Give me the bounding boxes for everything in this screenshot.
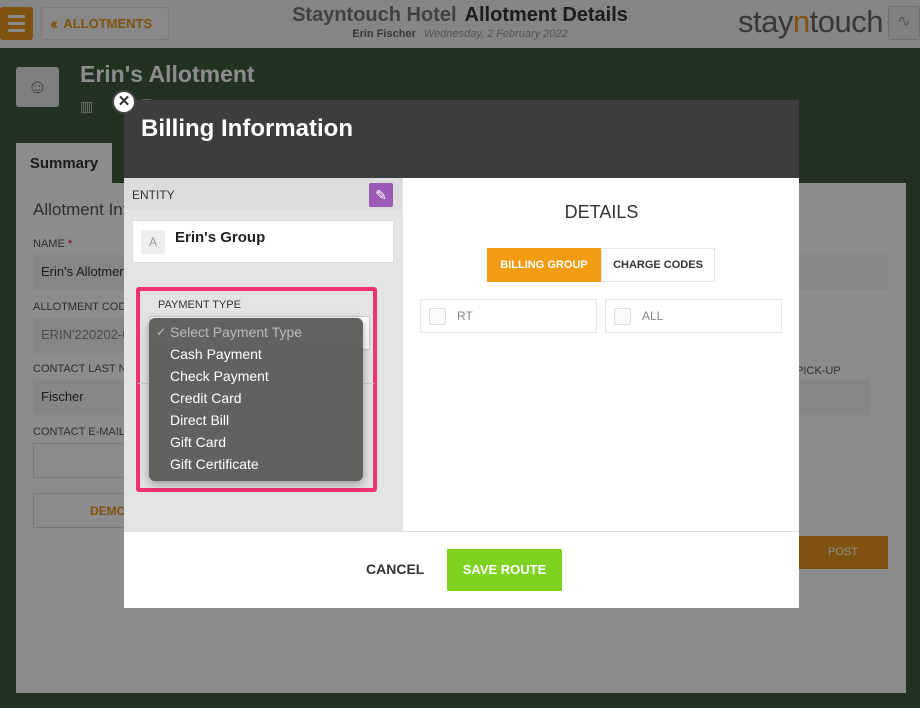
payment-option-direct-bill[interactable]: Direct Bill [149, 409, 363, 431]
billing-item-all[interactable]: ALL [605, 299, 782, 333]
rt-label: RT [457, 309, 473, 323]
save-route-button[interactable]: SAVE ROUTE [447, 549, 562, 591]
payment-option-select-payment-type[interactable]: ✓ Select Payment Type [149, 321, 363, 343]
edit-entity-button[interactable]: ✎ [369, 183, 393, 207]
entity-card[interactable]: A Erin's Group [132, 220, 394, 263]
entity-label: ENTITY [132, 188, 175, 202]
billing-item-rt[interactable]: RT [420, 299, 597, 333]
payment-option-gift-certificate[interactable]: Gift Certificate [149, 453, 363, 475]
close-modal-button[interactable]: ✕ [112, 90, 136, 114]
details-title: DETAILS [564, 202, 639, 222]
entity-initial: A [141, 230, 165, 254]
payment-option-gift-card[interactable]: Gift Card [149, 431, 363, 453]
payment-type-dropdown: ✓ Select Payment Type Cash Payment Check … [149, 318, 363, 481]
payment-option-cash-payment[interactable]: Cash Payment [149, 343, 363, 365]
entity-column: ENTITY ✎ A Erin's Group PAYMENT TYPE ✓ Se… [124, 178, 402, 531]
billing-information-modal: Billing Information ENTITY ✎ A Erin's Gr… [124, 100, 799, 608]
all-label: ALL [642, 309, 664, 323]
entity-name: Erin's Group [175, 229, 266, 246]
entity-header: ENTITY ✎ [124, 178, 402, 210]
modal-title: Billing Information [141, 115, 353, 142]
payment-option-credit-card[interactable]: Credit Card [149, 387, 363, 409]
all-checkbox[interactable] [614, 308, 631, 325]
details-column: DETAILS BILLING GROUP CHARGE CODES RT AL… [402, 178, 799, 531]
checkmark-icon: ✓ [156, 325, 167, 339]
modal-header: Billing Information [124, 100, 799, 178]
cancel-button[interactable]: CANCEL [366, 561, 424, 577]
tab-billing-group[interactable]: BILLING GROUP [487, 248, 601, 282]
pencil-icon: ✎ [375, 187, 387, 203]
payment-type-label: PAYMENT TYPE [158, 299, 241, 311]
tab-charge-codes[interactable]: CHARGE CODES [601, 248, 715, 282]
rt-checkbox[interactable] [429, 308, 446, 325]
close-icon: ✕ [117, 93, 131, 110]
payment-option-check-payment[interactable]: Check Payment [149, 365, 363, 387]
modal-footer: CANCEL SAVE ROUTE [124, 531, 799, 608]
